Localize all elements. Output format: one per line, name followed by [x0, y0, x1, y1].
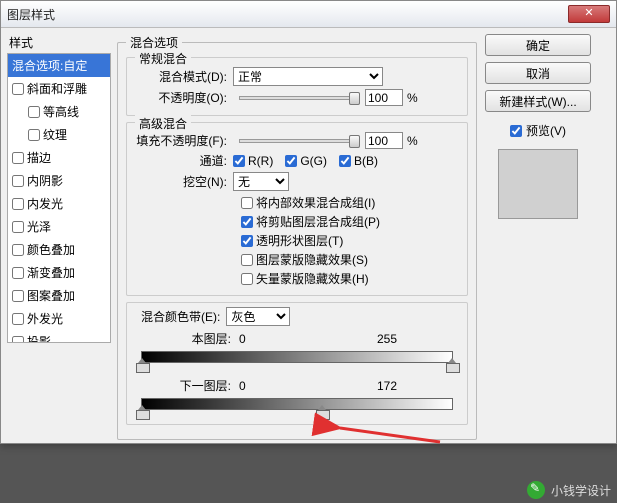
styles-title: 样式: [7, 34, 111, 51]
channel-g-label: G(G): [300, 154, 327, 168]
style-item-bevel[interactable]: 斜面和浮雕: [8, 77, 110, 100]
style-check-inner-shadow[interactable]: [12, 175, 24, 187]
opt-transparency-shapes[interactable]: [241, 235, 253, 247]
close-button[interactable]: ✕: [568, 5, 610, 23]
opt-vector-mask-hides-label: 矢量蒙版隐藏效果(H): [256, 270, 369, 287]
preview-swatch: [498, 149, 578, 219]
style-check-bevel[interactable]: [12, 83, 24, 95]
under-layer-min: 0: [239, 379, 287, 393]
blend-if-label: 混合颜色带(E):: [141, 308, 226, 325]
under-layer-gradient[interactable]: [141, 398, 453, 410]
knockout-select[interactable]: 无: [233, 172, 289, 191]
under-layer-max: 172: [377, 379, 425, 393]
fill-opacity-slider[interactable]: [239, 139, 359, 143]
new-style-button[interactable]: 新建样式(W)...: [485, 90, 591, 112]
blending-options-legend: 混合选项: [126, 34, 182, 51]
blend-mode-label: 混合模式(D):: [135, 68, 233, 85]
style-item-texture[interactable]: 纹理: [8, 123, 110, 146]
watermark-logo-icon: [527, 481, 545, 499]
style-check-drop-shadow[interactable]: [12, 336, 24, 344]
opacity-input[interactable]: [365, 89, 403, 106]
advanced-blend-legend: 高级混合: [135, 115, 191, 132]
fill-opacity-unit: %: [407, 134, 418, 148]
channel-r-label: R(R): [248, 154, 273, 168]
style-item-pattern-overlay[interactable]: 图案叠加: [8, 284, 110, 307]
under-layer-black-stop[interactable]: [136, 410, 148, 420]
style-item-inner-glow[interactable]: 内发光: [8, 192, 110, 215]
watermark-text: 小钱学设计: [551, 482, 611, 499]
style-check-color-overlay[interactable]: [12, 244, 24, 256]
style-item-satin[interactable]: 光泽: [8, 215, 110, 238]
channel-r-check[interactable]: [233, 155, 245, 167]
this-layer-gradient[interactable]: [141, 351, 453, 363]
layer-style-dialog: 图层样式 ✕ 样式 混合选项:自定 斜面和浮雕 等高线 纹理 描边 内阴影 内发…: [0, 0, 617, 444]
style-item-blending-options[interactable]: 混合选项:自定: [8, 54, 110, 77]
under-layer-white-stop[interactable]: [316, 410, 328, 420]
style-check-gradient-overlay[interactable]: [12, 267, 24, 279]
channel-g-check[interactable]: [285, 155, 297, 167]
style-item-drop-shadow[interactable]: 投影: [8, 330, 110, 343]
this-layer-min: 0: [239, 332, 287, 346]
opt-vector-mask-hides[interactable]: [241, 273, 253, 285]
opacity-unit: %: [407, 91, 418, 105]
fill-opacity-label: 填充不透明度(F):: [135, 132, 233, 149]
style-item-outer-glow[interactable]: 外发光: [8, 307, 110, 330]
blend-if-select[interactable]: 灰色: [226, 307, 290, 326]
this-layer-white-stop[interactable]: [446, 363, 458, 373]
style-check-outer-glow[interactable]: [12, 313, 24, 325]
style-item-inner-shadow[interactable]: 内阴影: [8, 169, 110, 192]
this-layer-max: 255: [377, 332, 425, 346]
style-item-contour[interactable]: 等高线: [8, 100, 110, 123]
style-check-texture[interactable]: [28, 129, 40, 141]
style-item-gradient-overlay[interactable]: 渐变叠加: [8, 261, 110, 284]
opacity-label: 不透明度(O):: [135, 89, 233, 106]
this-layer-black-stop[interactable]: [136, 363, 148, 373]
opt-clipped-layers-label: 将剪贴图层混合成组(P): [256, 213, 380, 230]
watermark: 小钱学设计: [527, 481, 611, 499]
channels-label: 通道:: [135, 152, 233, 169]
blend-if-group: 混合颜色带(E): 灰色 本图层: 0 255: [126, 302, 468, 425]
preview-checkbox[interactable]: [510, 125, 522, 137]
opt-layer-mask-hides[interactable]: [241, 254, 253, 266]
style-check-satin[interactable]: [12, 221, 24, 233]
ok-button[interactable]: 确定: [485, 34, 591, 56]
style-item-color-overlay[interactable]: 颜色叠加: [8, 238, 110, 261]
preview-label: 预览(V): [526, 122, 566, 139]
style-check-inner-glow[interactable]: [12, 198, 24, 210]
blending-options-group: 混合选项 常规混合 混合模式(D): 正常 不透明度(O): %: [117, 34, 477, 440]
advanced-blend-group: 高级混合 填充不透明度(F): % 通道: R(R) G(G) B(B): [126, 122, 468, 296]
window-title: 图层样式: [7, 6, 568, 23]
this-layer-label: 本图层:: [135, 330, 239, 347]
opt-layer-mask-hides-label: 图层蒙版隐藏效果(S): [256, 251, 368, 268]
fill-opacity-input[interactable]: [365, 132, 403, 149]
opacity-slider[interactable]: [239, 96, 359, 100]
knockout-label: 挖空(N):: [135, 173, 233, 190]
style-check-pattern-overlay[interactable]: [12, 290, 24, 302]
general-blend-legend: 常规混合: [135, 50, 191, 67]
general-blend-group: 常规混合 混合模式(D): 正常 不透明度(O): %: [126, 57, 468, 116]
channel-b-label: B(B): [354, 154, 378, 168]
opt-interior-effects[interactable]: [241, 197, 253, 209]
styles-list: 混合选项:自定 斜面和浮雕 等高线 纹理 描边 内阴影 内发光 光泽 颜色叠加 …: [7, 53, 111, 343]
titlebar: 图层样式 ✕: [1, 1, 616, 28]
style-check-stroke[interactable]: [12, 152, 24, 164]
opt-clipped-layers[interactable]: [241, 216, 253, 228]
blend-mode-select[interactable]: 正常: [233, 67, 383, 86]
opt-transparency-shapes-label: 透明形状图层(T): [256, 232, 343, 249]
opt-interior-effects-label: 将内部效果混合成组(I): [256, 194, 375, 211]
under-layer-label: 下一图层:: [135, 377, 239, 394]
style-check-contour[interactable]: [28, 106, 40, 118]
channel-b-check[interactable]: [339, 155, 351, 167]
cancel-button[interactable]: 取消: [485, 62, 591, 84]
style-item-stroke[interactable]: 描边: [8, 146, 110, 169]
